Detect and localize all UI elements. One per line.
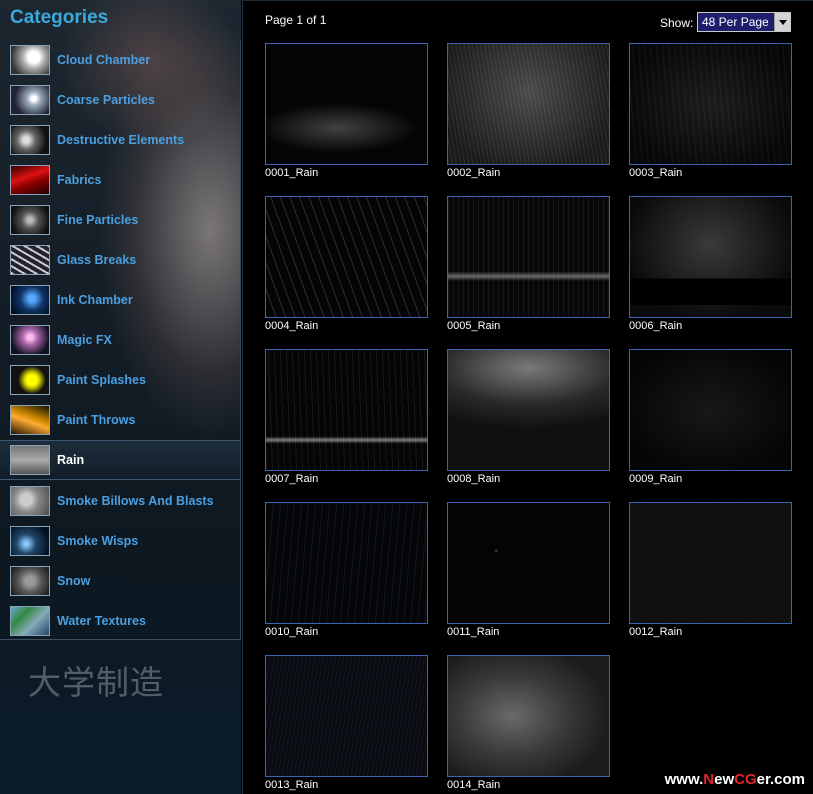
category-thumbnail	[10, 45, 50, 75]
watermark-text: 大学制造	[28, 663, 164, 702]
thumbnail-caption[interactable]: 0001_Rain	[265, 167, 318, 179]
sidebar-item-fabrics[interactable]: Fabrics	[0, 160, 240, 200]
categories-title: Categories	[10, 7, 109, 28]
category-thumbnail	[10, 285, 50, 315]
category-thumbnail	[10, 405, 50, 435]
sidebar-item-label: Glass Breaks	[57, 253, 137, 267]
thumbnail-caption[interactable]: 0012_Rain	[629, 626, 682, 638]
thumbnail-panel: Page 1 of 1 Show: 48 Per Page 0001_Rain 0…	[242, 0, 813, 794]
sidebar-item-label: Paint Splashes	[57, 373, 146, 387]
category-thumbnail	[10, 606, 50, 636]
sidebar-item-label: Coarse Particles	[57, 93, 155, 107]
category-thumbnail	[10, 165, 50, 195]
category-thumbnail	[10, 125, 50, 155]
thumbnail-caption[interactable]: 0013_Rain	[265, 779, 318, 791]
thumbnail-caption[interactable]: 0008_Rain	[447, 473, 500, 485]
chevron-down-icon[interactable]	[774, 13, 790, 31]
sidebar-item-paint-throws[interactable]: Paint Throws	[0, 400, 240, 440]
sidebar-item-label: Smoke Wisps	[57, 534, 139, 548]
thumbnail-image[interactable]	[265, 502, 428, 624]
categories-sidebar: Categories Cloud Chamber Coarse Particles…	[0, 0, 241, 794]
thumbnail-image[interactable]	[447, 655, 610, 777]
category-thumbnail	[10, 245, 50, 275]
thumbnail-image[interactable]	[265, 196, 428, 318]
thumbnail-image[interactable]	[265, 349, 428, 471]
sidebar-item-destructive-elements[interactable]: Destructive Elements	[0, 120, 240, 160]
sidebar-item-ink-chamber[interactable]: Ink Chamber	[0, 280, 240, 320]
thumbnail-caption[interactable]: 0011_Rain	[447, 626, 499, 638]
sidebar-item-label: Destructive Elements	[57, 133, 185, 147]
category-thumbnail	[10, 205, 50, 235]
thumbnail-image[interactable]	[629, 196, 792, 318]
thumbnail-caption[interactable]: 0002_Rain	[447, 167, 500, 179]
thumbnail-image[interactable]	[265, 43, 428, 165]
sidebar-item-label: Paint Throws	[57, 413, 136, 427]
sidebar-item-label: Smoke Billows And Blasts	[57, 494, 214, 508]
sidebar-item-coarse-particles[interactable]: Coarse Particles	[0, 80, 240, 120]
thumbnail-caption[interactable]: 0009_Rain	[629, 473, 682, 485]
sidebar-item-label: Cloud Chamber	[57, 53, 151, 67]
thumbnail-image[interactable]	[447, 43, 610, 165]
thumbnail-image[interactable]	[629, 349, 792, 471]
thumbnail-caption[interactable]: 0014_Rain	[447, 779, 500, 791]
thumbnail-caption[interactable]: 0005_Rain	[447, 320, 500, 332]
per-page-value: 48 Per Page	[702, 15, 769, 29]
sidebar-item-cloud-chamber[interactable]: Cloud Chamber	[0, 40, 240, 80]
site-watermark: www.NewCGer.com	[664, 771, 805, 788]
sidebar-item-smoke-wisps[interactable]: Smoke Wisps	[0, 521, 240, 561]
thumbnail-caption[interactable]: 0010_Rain	[265, 626, 318, 638]
page-indicator: Page 1 of 1	[265, 13, 327, 27]
category-thumbnail	[10, 325, 50, 355]
thumbnail-image[interactable]	[265, 655, 428, 777]
thumbnail-image[interactable]	[447, 349, 610, 471]
category-list: Cloud Chamber Coarse Particles Destructive…	[0, 40, 241, 640]
sidebar-item-label: Fine Particles	[57, 213, 139, 227]
category-thumbnail	[10, 85, 50, 115]
thumbnail-caption[interactable]: 0004_Rain	[265, 320, 318, 332]
category-thumbnail	[10, 566, 50, 596]
category-thumbnail	[10, 486, 50, 516]
category-thumbnail	[10, 365, 50, 395]
thumbnail-caption[interactable]: 0007_Rain	[265, 473, 318, 485]
show-label: Show:	[660, 16, 694, 30]
sidebar-item-label: Snow	[57, 574, 91, 588]
per-page-select[interactable]: 48 Per Page	[697, 12, 791, 32]
thumbnail-image[interactable]	[447, 502, 610, 624]
thumbnail-caption[interactable]: 0006_Rain	[629, 320, 682, 332]
sidebar-item-smoke-billows-and-blasts[interactable]: Smoke Billows And Blasts	[0, 481, 240, 521]
sidebar-item-label: Fabrics	[57, 173, 102, 187]
sidebar-item-label: Magic FX	[57, 333, 112, 347]
thumbnail-image[interactable]	[629, 43, 792, 165]
sidebar-item-water-textures[interactable]: Water Textures	[0, 601, 240, 641]
sidebar-item-label: Water Textures	[57, 614, 146, 628]
sidebar-item-glass-breaks[interactable]: Glass Breaks	[0, 240, 240, 280]
sidebar-item-fine-particles[interactable]: Fine Particles	[0, 200, 240, 240]
sidebar-item-snow[interactable]: Snow	[0, 561, 240, 601]
sidebar-item-magic-fx[interactable]: Magic FX	[0, 320, 240, 360]
thumbnail-image[interactable]	[629, 502, 792, 624]
sidebar-item-paint-splashes[interactable]: Paint Splashes	[0, 360, 240, 400]
sidebar-item-label: Ink Chamber	[57, 293, 133, 307]
category-thumbnail	[10, 445, 50, 475]
thumbnail-caption[interactable]: 0003_Rain	[629, 167, 682, 179]
sidebar-item-rain[interactable]: Rain	[0, 440, 240, 480]
thumbnail-image[interactable]	[447, 196, 610, 318]
sidebar-item-label: Rain	[57, 453, 85, 467]
category-thumbnail	[10, 526, 50, 556]
